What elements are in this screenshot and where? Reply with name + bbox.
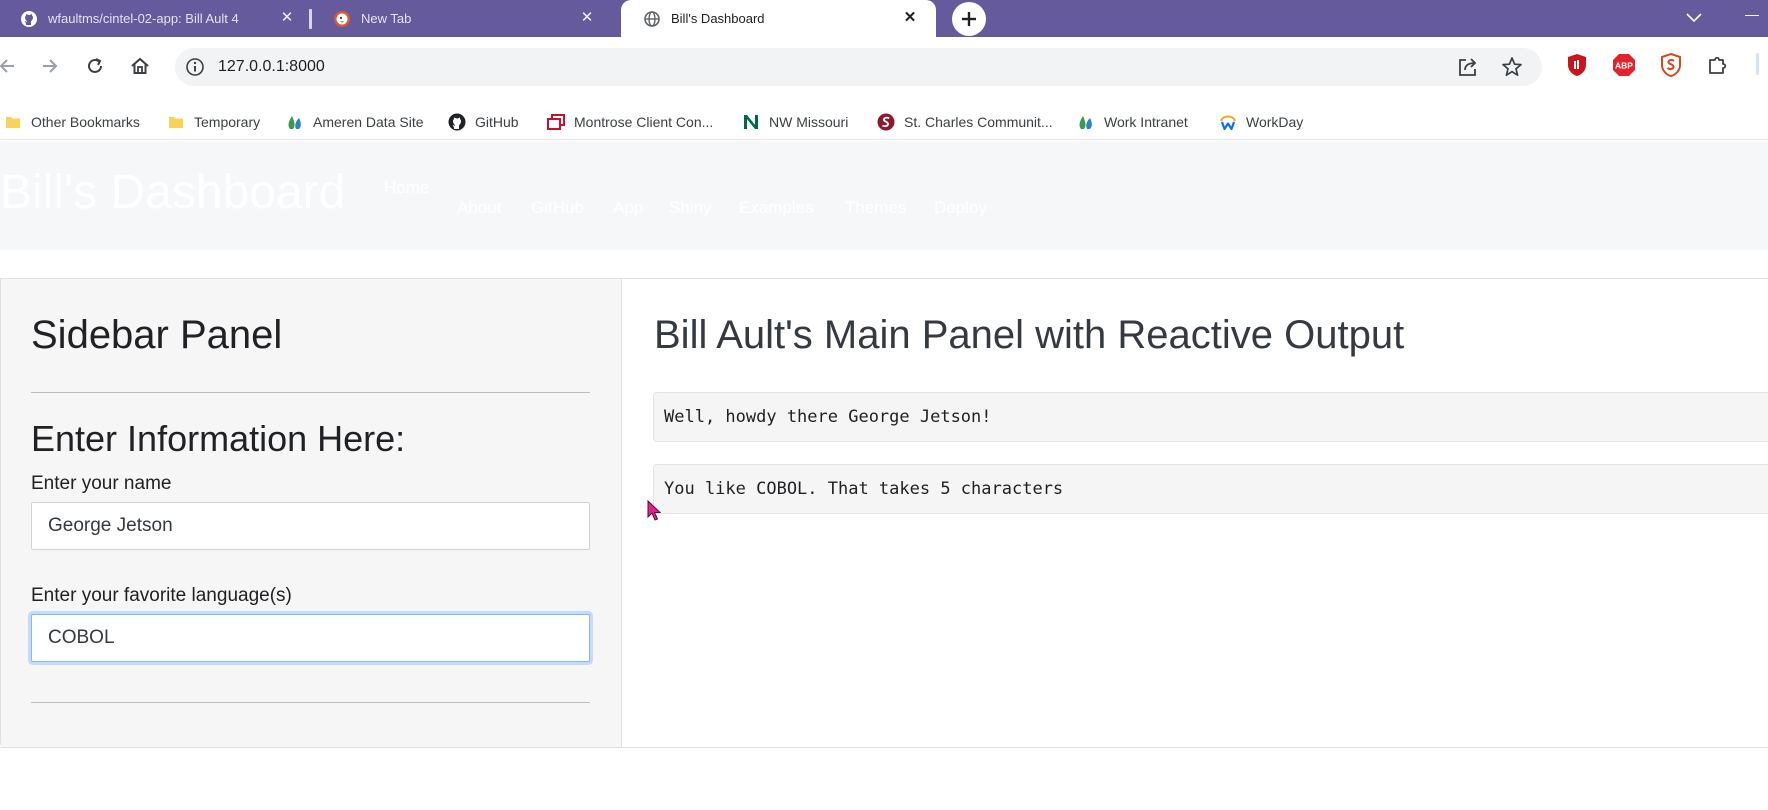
nw-missouri-icon <box>742 113 760 131</box>
panel-bottom-border <box>0 747 1768 748</box>
reload-icon <box>88 58 102 73</box>
bookmarks-bar: Other Bookmarks Temporary Ameren Data Si… <box>0 104 1768 140</box>
globe-icon <box>643 10 661 28</box>
ublock-icon[interactable] <box>1563 51 1591 79</box>
name-label: Enter your name <box>31 473 172 494</box>
nav-link-shiny[interactable]: Shiny <box>669 198 712 218</box>
bookmark-label: Montrose Client Con... <box>574 114 714 130</box>
new-tab-button[interactable] <box>952 2 986 36</box>
adblock-plus-icon[interactable]: ABP <box>1610 51 1638 79</box>
home-button[interactable] <box>125 51 155 81</box>
bookmark-temporary[interactable]: Temporary <box>167 111 260 133</box>
github-icon <box>448 113 466 131</box>
svg-text:ABP: ABP <box>1615 61 1633 71</box>
mouse-cursor-icon <box>647 499 662 522</box>
bookmark-ameren-data-site[interactable]: Ameren Data Site <box>286 111 424 133</box>
arrow-left-icon <box>0 59 14 73</box>
tab-github-repo[interactable]: wfaultms/cintel-02-app: Bill Ault 4 ✕ <box>20 0 300 37</box>
language-label: Enter your favorite language(s) <box>31 585 292 606</box>
ameren-icon <box>286 113 304 131</box>
nav-link-github[interactable]: GitHub <box>531 198 584 218</box>
sidebar-title: Sidebar Panel <box>31 313 283 357</box>
ameren-icon <box>1077 113 1095 131</box>
divider <box>31 702 590 703</box>
nav-link-themes[interactable]: Themes <box>845 198 906 218</box>
arrow-right-icon <box>43 59 58 73</box>
sidebar-panel: Sidebar Panel Enter Information Here: En… <box>0 279 622 747</box>
browser-toolbar: 127.0.0.1:8000 ABP <box>0 37 1768 104</box>
tab-strip: wfaultms/cintel-02-app: Bill Ault 4 ✕ Ne… <box>0 0 1768 37</box>
tab-bills-dashboard[interactable]: Bill's Dashboard ✕ <box>621 0 936 37</box>
bookmark-label: St. Charles Communit... <box>904 114 1053 130</box>
nav-link-deploy[interactable]: Deploy <box>934 198 987 218</box>
folder-icon <box>167 113 185 131</box>
bookmark-label: Other Bookmarks <box>31 114 140 130</box>
minimize-button[interactable]: — <box>1740 2 1764 26</box>
plus-icon <box>962 12 976 26</box>
bookmark-label: GitHub <box>475 114 519 130</box>
bookmark-label: WorkDay <box>1246 114 1304 130</box>
puzzle-icon[interactable] <box>1704 51 1732 79</box>
bookmark-st-charles[interactable]: St. Charles Communit... <box>877 111 1053 133</box>
tab-new-tab[interactable]: New Tab ✕ <box>333 0 607 37</box>
bookmark-label: Temporary <box>194 114 261 130</box>
close-icon[interactable]: ✕ <box>278 9 296 27</box>
info-icon[interactable] <box>185 57 205 77</box>
bookmark-nw-missouri[interactable]: NW Missouri <box>742 111 848 133</box>
github-icon <box>20 10 38 28</box>
nav-link-examples[interactable]: Examples <box>739 198 814 218</box>
bookmark-github[interactable]: GitHub <box>448 111 519 133</box>
close-icon[interactable]: ✕ <box>578 9 596 27</box>
language-output: You like COBOL. That takes 5 characters <box>653 464 1768 514</box>
share-icon[interactable] <box>1457 56 1479 78</box>
nav-link-home[interactable]: Home <box>384 178 429 198</box>
main-panel-title: Bill Ault's Main Panel with Reactive Out… <box>654 313 1405 357</box>
tab-title: New Tab <box>361 11 412 26</box>
sidebar-subtitle: Enter Information Here: <box>31 418 406 459</box>
tab-separator <box>309 9 312 29</box>
bookmark-label: Work Intranet <box>1104 114 1188 130</box>
home-icon <box>131 57 149 74</box>
menu-button[interactable] <box>1756 53 1759 75</box>
montrose-icon <box>547 113 565 131</box>
reload-button[interactable] <box>80 51 110 81</box>
forward-button[interactable] <box>35 51 65 81</box>
folder-icon <box>4 113 22 131</box>
page-content: Bill's Dashboard Home About GitHub App S… <box>0 141 1768 810</box>
star-icon[interactable] <box>1501 56 1523 78</box>
layout-panels: Sidebar Panel Enter Information Here: En… <box>0 278 1768 748</box>
bookmark-label: Ameren Data Site <box>313 114 424 130</box>
workday-icon <box>1219 113 1237 131</box>
tab-search-button[interactable] <box>1682 6 1706 30</box>
main-panel: Bill Ault's Main Panel with Reactive Out… <box>623 279 1768 747</box>
bookmark-label: NW Missouri <box>769 114 849 130</box>
nav-link-app[interactable]: App <box>613 198 643 218</box>
bookmark-workday[interactable]: WorkDay <box>1219 111 1303 133</box>
bookmark-montrose[interactable]: Montrose Client Con... <box>547 111 713 133</box>
app-brand[interactable]: Bill's Dashboard <box>0 165 345 220</box>
close-icon[interactable]: ✕ <box>901 9 919 27</box>
tab-title: Bill's Dashboard <box>671 11 765 26</box>
address-bar[interactable]: 127.0.0.1:8000 <box>175 48 1542 86</box>
url-text[interactable]: 127.0.0.1:8000 <box>218 58 325 76</box>
name-input[interactable] <box>31 502 590 550</box>
duckduckgo-icon <box>333 10 351 28</box>
app-navbar: Bill's Dashboard Home About GitHub App S… <box>0 141 1768 250</box>
chevron-down-icon <box>1686 13 1702 23</box>
shield-extension-icon[interactable] <box>1657 51 1685 79</box>
greeting-output: Well, howdy there George Jetson! <box>653 392 1768 442</box>
st-charles-icon <box>877 113 895 131</box>
language-input[interactable] <box>31 614 590 662</box>
divider <box>31 392 590 393</box>
tab-title: wfaultms/cintel-02-app: Bill Ault 4 <box>48 11 239 26</box>
back-button[interactable] <box>0 51 22 81</box>
nav-link-about[interactable]: About <box>457 198 501 218</box>
bookmark-other-bookmarks[interactable]: Other Bookmarks <box>4 111 140 133</box>
bookmark-work-intranet[interactable]: Work Intranet <box>1077 111 1188 133</box>
